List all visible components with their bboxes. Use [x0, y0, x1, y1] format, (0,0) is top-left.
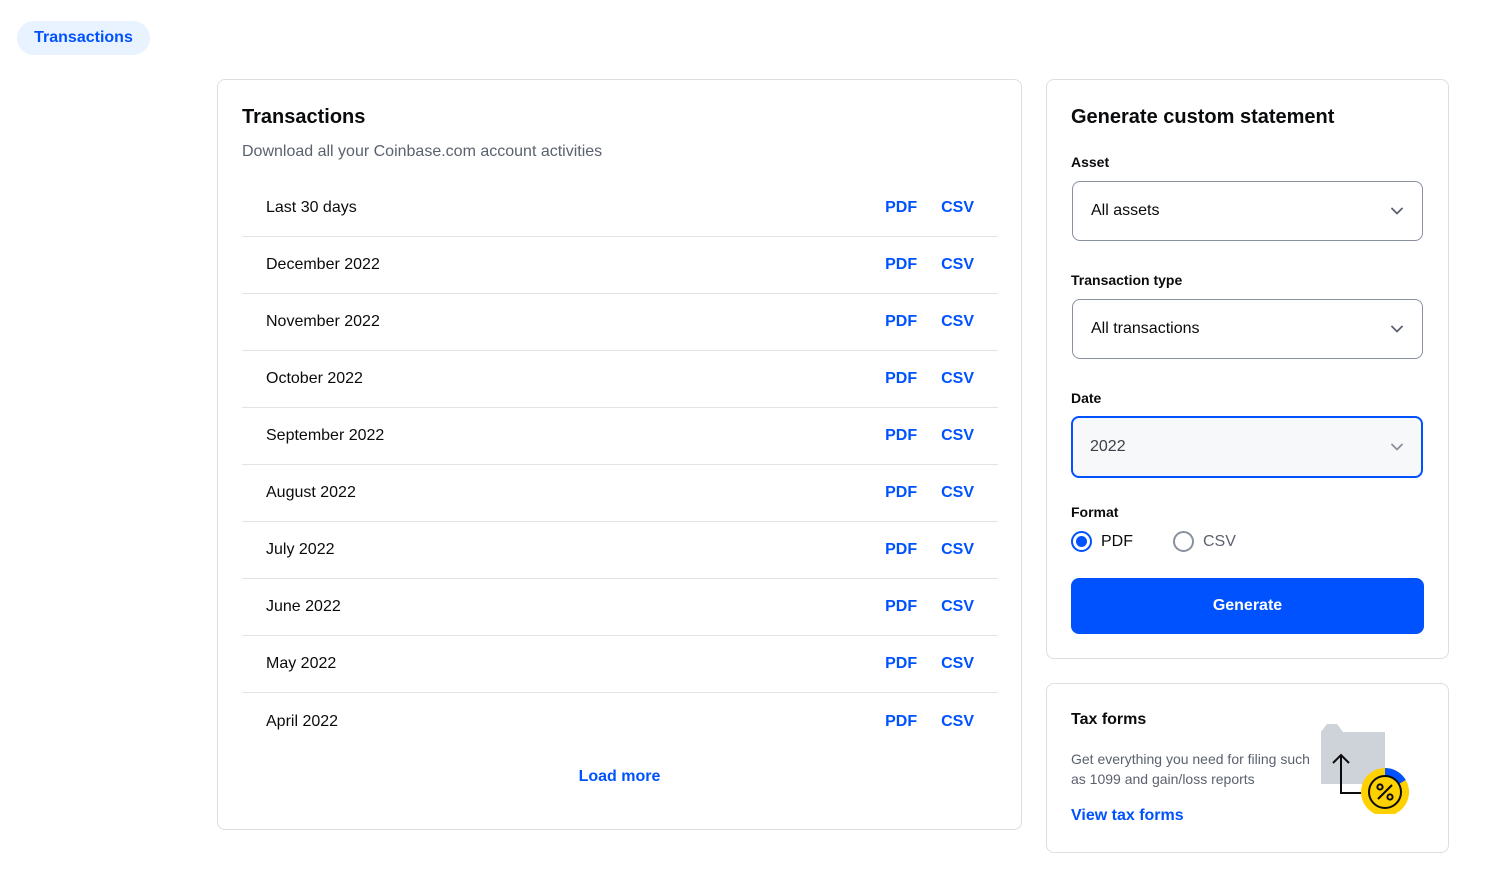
date-select[interactable]: 2022: [1071, 416, 1423, 478]
format-radio-group: PDF CSV: [1071, 531, 1276, 552]
transaction-type-select[interactable]: All transactions: [1072, 299, 1423, 359]
download-pdf-link[interactable]: PDF: [885, 199, 917, 217]
format-option-label: CSV: [1203, 532, 1236, 550]
generate-button[interactable]: Generate: [1071, 578, 1424, 634]
period-label: September 2022: [266, 427, 385, 444]
chevron-down-icon: [1390, 204, 1404, 218]
format-label: Format: [1071, 504, 1119, 520]
period-label: April 2022: [266, 712, 339, 730]
transaction-row: June 2022 PDF CSV: [242, 579, 998, 636]
period-label: December 2022: [266, 256, 380, 273]
download-csv-link[interactable]: CSV: [941, 370, 974, 388]
period-label: Last 30 days: [266, 199, 357, 216]
view-tax-forms-link[interactable]: View tax forms: [1071, 807, 1184, 825]
format-radio-csv[interactable]: CSV: [1173, 531, 1236, 552]
download-pdf-link[interactable]: PDF: [885, 484, 917, 502]
download-pdf-link[interactable]: PDF: [885, 313, 917, 331]
transaction-row: November 2022 PDF CSV: [242, 294, 998, 351]
transaction-row: August 2022 PDF CSV: [242, 465, 998, 522]
period-label: October 2022: [266, 370, 363, 387]
tax-forms-card: Tax forms Get everything you need for fi…: [1046, 683, 1449, 853]
transaction-row: October 2022 PDF CSV: [242, 351, 998, 408]
download-csv-link[interactable]: CSV: [941, 713, 974, 731]
transactions-list: Last 30 days PDF CSV December 2022 PDF C…: [242, 180, 998, 750]
period-label: August 2022: [266, 484, 356, 501]
format-option-label: PDF: [1101, 532, 1133, 550]
download-pdf-link[interactable]: PDF: [885, 541, 917, 559]
transactions-card: Transactions Download all your Coinbase.…: [217, 79, 1022, 830]
date-select-value: 2022: [1090, 438, 1126, 455]
download-csv-link[interactable]: CSV: [941, 541, 974, 559]
custom-statement-card: Generate custom statement Asset All asse…: [1046, 79, 1449, 659]
download-csv-link[interactable]: CSV: [941, 427, 974, 445]
chevron-down-icon: [1390, 440, 1404, 454]
tax-forms-description: Get everything you need for filing such …: [1071, 751, 1310, 787]
download-csv-link[interactable]: CSV: [941, 484, 974, 502]
radio-unchecked-icon[interactable]: [1173, 531, 1194, 552]
download-pdf-link[interactable]: PDF: [885, 598, 917, 616]
format-radio-pdf[interactable]: PDF: [1071, 531, 1133, 552]
download-pdf-link[interactable]: PDF: [885, 655, 917, 673]
tab-transactions[interactable]: Transactions: [17, 21, 150, 55]
download-csv-link[interactable]: CSV: [941, 598, 974, 616]
folder-upload-percent-icon: [1319, 722, 1411, 816]
transactions-subtitle: Download all your Coinbase.com account a…: [242, 143, 603, 160]
period-label: November 2022: [266, 313, 380, 330]
period-label: May 2022: [266, 655, 337, 672]
transactions-title: Transactions: [242, 106, 366, 128]
period-label: June 2022: [266, 598, 341, 615]
download-csv-link[interactable]: CSV: [941, 256, 974, 274]
download-csv-link[interactable]: CSV: [941, 199, 974, 217]
download-pdf-link[interactable]: PDF: [885, 427, 917, 445]
asset-select-value: All assets: [1091, 202, 1160, 219]
custom-statement-title: Generate custom statement: [1071, 106, 1335, 128]
transaction-row: December 2022 PDF CSV: [242, 237, 998, 294]
tax-forms-title: Tax forms: [1071, 711, 1147, 728]
transaction-row: Last 30 days PDF CSV: [242, 180, 998, 237]
download-pdf-link[interactable]: PDF: [885, 370, 917, 388]
chevron-down-icon: [1390, 322, 1404, 336]
date-label: Date: [1071, 390, 1102, 406]
load-more-button[interactable]: Load more: [218, 768, 1021, 786]
radio-checked-icon[interactable]: [1071, 531, 1092, 552]
download-pdf-link[interactable]: PDF: [885, 256, 917, 274]
download-csv-link[interactable]: CSV: [941, 655, 974, 673]
transaction-row: April 2022 PDF CSV: [242, 693, 998, 750]
asset-label: Asset: [1071, 154, 1110, 170]
download-csv-link[interactable]: CSV: [941, 313, 974, 331]
asset-select[interactable]: All assets: [1072, 181, 1423, 241]
transaction-row: September 2022 PDF CSV: [242, 408, 998, 465]
download-pdf-link[interactable]: PDF: [885, 713, 917, 731]
transaction-row: May 2022 PDF CSV: [242, 636, 998, 693]
transaction-row: July 2022 PDF CSV: [242, 522, 998, 579]
transaction-type-select-value: All transactions: [1091, 320, 1200, 337]
transaction-type-label: Transaction type: [1071, 272, 1183, 288]
period-label: July 2022: [266, 541, 335, 558]
